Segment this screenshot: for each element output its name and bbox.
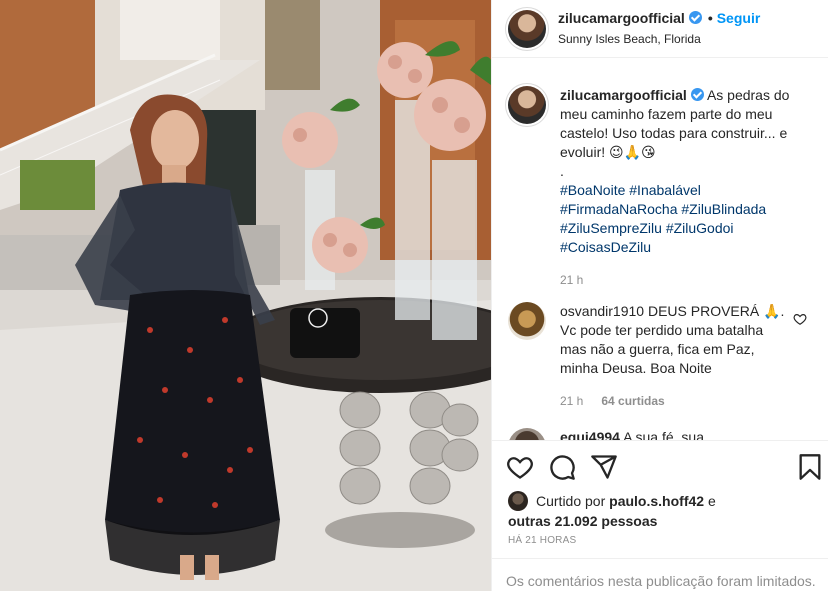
commenter-avatar[interactable] xyxy=(508,428,546,440)
liker-avatar[interactable] xyxy=(508,491,528,511)
header-author: zilucamargoofficial • Seguir xyxy=(558,10,760,26)
bookmark-icon[interactable] xyxy=(796,453,824,481)
comments-limited-notice: Os comentários nesta publicação foram li… xyxy=(492,558,828,591)
caption-meta: 21 h xyxy=(560,271,810,290)
author-username[interactable]: zilucamargoofficial xyxy=(558,10,685,26)
post-actions: Curtido por paulo.s.hoff42 e outras 21.0… xyxy=(492,440,828,553)
comment-meta: 21 h 64 curtidas xyxy=(560,392,790,411)
hashtag-line[interactable]: #CoisasDeZilu xyxy=(560,238,810,257)
hashtag-line[interactable]: #FirmadaNaRocha #ZiluBlindada xyxy=(560,200,810,219)
caption-separator: . xyxy=(560,163,564,179)
post-photo[interactable] xyxy=(0,0,491,591)
post-location[interactable]: Sunny Isles Beach, Florida xyxy=(558,32,701,46)
commenter-avatar[interactable] xyxy=(508,302,546,340)
likes-others[interactable]: outras 21.092 pessoas xyxy=(508,513,657,529)
hashtag-line[interactable]: #BoaNoite #Inabalável xyxy=(560,181,810,200)
post-time-ago[interactable]: HÁ 21 HORAS xyxy=(508,535,576,546)
like-comment-heart-icon[interactable] xyxy=(793,312,807,326)
comment-likes[interactable]: 64 curtidas xyxy=(601,394,664,408)
verified-badge-icon xyxy=(688,11,702,24)
caption-hashtags: #BoaNoite #Inabalável #FirmadaNaRocha #Z… xyxy=(560,181,810,257)
comment-body: osvandir1910 DEUS PROVERÁ 🙏. Vc pode ter… xyxy=(560,302,790,411)
comment-text: A sua fé, sua xyxy=(623,429,705,440)
caption-username[interactable]: zilucamargoofficial xyxy=(560,87,687,103)
comment-time[interactable]: 21 h xyxy=(560,394,583,408)
likes-prefix: Curtido por xyxy=(536,493,606,509)
caption-body: zilucamargoofficial As pedras do meu cam… xyxy=(560,86,810,290)
likes-summary: Curtido por paulo.s.hoff42 e outras 21.0… xyxy=(508,491,716,531)
post-image xyxy=(0,0,491,591)
verified-badge-icon xyxy=(690,88,704,101)
comment-username[interactable]: osvandir1910 xyxy=(560,303,644,319)
post-panel: zilucamargoofficial • Seguir Sunny Isles B… xyxy=(491,0,828,591)
follow-button[interactable]: Seguir xyxy=(717,10,761,26)
caption-avatar[interactable] xyxy=(508,86,546,124)
comment-body: equi4994 A sua fé, sua xyxy=(560,428,810,440)
post-header: zilucamargoofficial • Seguir Sunny Isles B… xyxy=(492,0,828,58)
liker-username[interactable]: paulo.s.hoff42 xyxy=(609,493,704,509)
author-avatar[interactable] xyxy=(508,10,546,48)
heart-icon[interactable] xyxy=(506,453,534,481)
likes-and: e xyxy=(707,493,716,509)
comment-icon[interactable] xyxy=(548,453,576,481)
share-icon[interactable] xyxy=(590,453,618,481)
separator-dot: • xyxy=(707,10,713,26)
comment-username[interactable]: equi4994 xyxy=(560,429,620,440)
hashtag-line[interactable]: #ZiluSempreZilu #ZiluGodoi xyxy=(560,219,810,238)
caption-time[interactable]: 21 h xyxy=(560,273,583,287)
comments-section[interactable]: zilucamargoofficial As pedras do meu cam… xyxy=(492,58,828,440)
